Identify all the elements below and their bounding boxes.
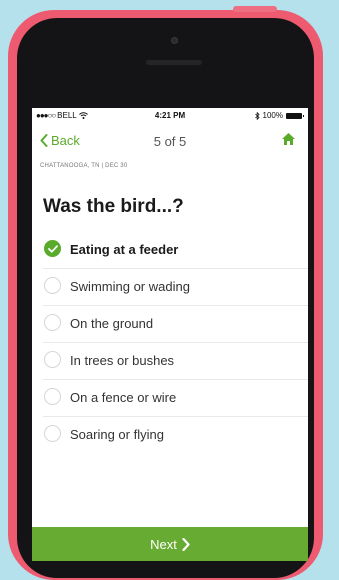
answer-options: Eating at a feeder Swimming or wading On… xyxy=(43,232,308,453)
option-soaring-or-flying[interactable]: Soaring or flying xyxy=(43,417,308,453)
chevron-right-icon xyxy=(182,537,190,551)
check-icon xyxy=(48,245,58,253)
location-date: CHATTANOOGA, TN | DEC 30 xyxy=(40,163,128,169)
option-on-the-ground[interactable]: On the ground xyxy=(43,306,308,343)
status-bar: ●●●○○ BELL 4:21 PM 100% xyxy=(32,108,308,123)
option-label: On a fence or wire xyxy=(70,390,177,405)
earpiece-speaker xyxy=(146,60,202,65)
home-button[interactable] xyxy=(281,132,296,151)
option-label: On the ground xyxy=(70,316,154,331)
nav-bar: Back 5 of 5 xyxy=(32,124,308,156)
option-label: Swimming or wading xyxy=(70,279,190,294)
radio-unchecked[interactable] xyxy=(44,351,61,368)
bluetooth-icon xyxy=(254,111,260,120)
option-on-fence-or-wire[interactable]: On a fence or wire xyxy=(43,380,308,417)
battery-icon xyxy=(286,112,304,119)
next-button[interactable]: Next xyxy=(32,527,308,561)
app-screen: ●●●○○ BELL 4:21 PM 100% Back 5 of 5 CHAT… xyxy=(32,108,308,561)
battery-percent: 100% xyxy=(262,111,283,120)
option-in-trees-or-bushes[interactable]: In trees or bushes xyxy=(43,343,308,380)
power-button xyxy=(233,6,277,12)
option-label: Eating at a feeder xyxy=(70,242,179,257)
option-label: Soaring or flying xyxy=(70,427,164,442)
radio-unchecked[interactable] xyxy=(44,388,61,405)
radio-unchecked[interactable] xyxy=(44,425,61,442)
radio-checked[interactable] xyxy=(44,240,61,257)
home-icon xyxy=(282,133,295,145)
front-camera xyxy=(171,37,178,44)
status-right: 100% xyxy=(254,108,304,123)
radio-unchecked[interactable] xyxy=(44,314,61,331)
option-eating-at-feeder[interactable]: Eating at a feeder xyxy=(43,232,308,269)
page-indicator: 5 of 5 xyxy=(153,134,187,149)
question-title: Was the bird...? xyxy=(43,196,184,217)
next-label: Next xyxy=(150,536,177,552)
option-swimming-or-wading[interactable]: Swimming or wading xyxy=(43,269,308,306)
option-label: In trees or bushes xyxy=(70,353,175,368)
radio-unchecked[interactable] xyxy=(44,277,61,294)
